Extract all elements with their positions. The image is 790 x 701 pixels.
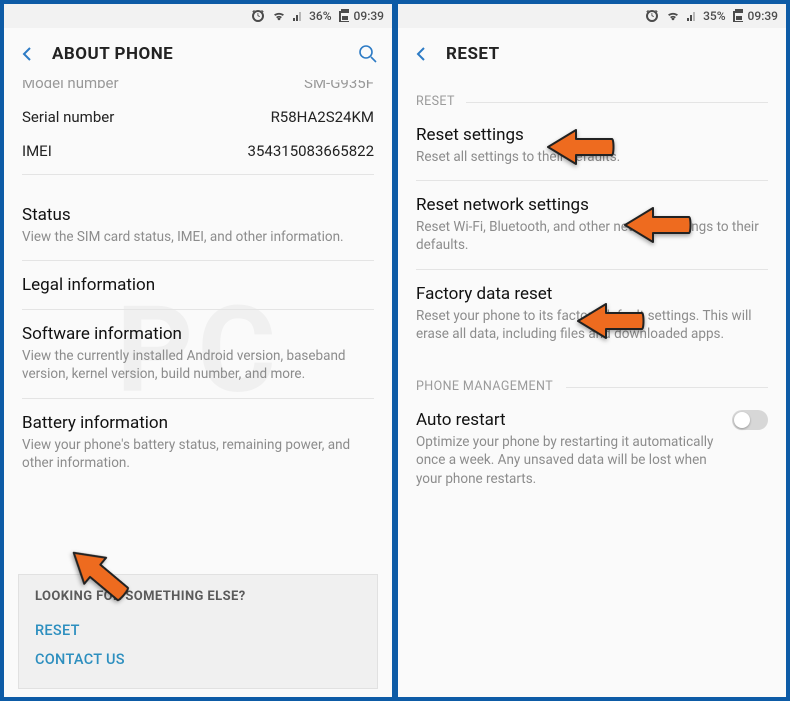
signal-icon — [686, 9, 698, 23]
kv-label: Serial number — [22, 108, 114, 126]
clock: 09:39 — [354, 9, 384, 23]
footer-head: LOOKING FOR SOMETHING ELSE? — [35, 589, 361, 604]
menu-item-status[interactable]: Status View the SIM card status, IMEI, a… — [22, 191, 374, 261]
signal-icon — [292, 9, 304, 23]
menu-item-factory-reset[interactable]: Factory data reset Reset your phone to i… — [416, 270, 768, 357]
page-title: ABOUT PHONE — [52, 44, 173, 64]
wifi-icon — [271, 8, 287, 24]
menu-item-battery[interactable]: Battery information View your phone's ba… — [22, 399, 374, 486]
section-reset: RESET — [416, 94, 768, 109]
reset-panel: 35% 09:39 RESET RESET Reset settings Res… — [398, 4, 786, 697]
search-icon — [358, 44, 378, 64]
kv-value: R58HA2S24KM — [271, 108, 374, 126]
battery-icon — [337, 8, 349, 24]
section-phone-mgmt: PHONE MANAGEMENT — [416, 379, 768, 394]
search-button[interactable] — [354, 40, 382, 68]
menu-item-reset-settings[interactable]: Reset settings Reset all settings to the… — [416, 111, 768, 181]
clock: 09:39 — [748, 9, 778, 23]
wifi-icon — [665, 8, 681, 24]
kv-value: 354315083665822 — [248, 142, 374, 160]
header: ABOUT PHONE — [4, 28, 392, 80]
back-button[interactable] — [14, 40, 42, 68]
reset-link[interactable]: RESET — [35, 616, 361, 645]
content: RESET Reset settings Reset all settings … — [398, 80, 786, 697]
status-bar: 36% 09:39 — [4, 4, 392, 28]
alarm-icon — [250, 8, 266, 24]
menu-item-auto-restart[interactable]: Auto restart Optimize your phone by rest… — [416, 396, 768, 502]
chevron-left-icon — [20, 46, 36, 62]
alarm-icon — [644, 8, 660, 24]
menu-item-software[interactable]: Software information View the currently … — [22, 310, 374, 398]
header: RESET — [398, 28, 786, 80]
about-phone-panel: PC 36% 09:39 ABOUT PHONE Model numberSM-… — [4, 4, 392, 697]
back-button[interactable] — [408, 40, 436, 68]
battery-pct: 36% — [309, 9, 331, 23]
kv-label: Model number — [22, 80, 119, 92]
menu-item-reset-network[interactable]: Reset network settings Reset Wi-Fi, Blue… — [416, 181, 768, 269]
footer-card: LOOKING FOR SOMETHING ELSE? RESET CONTAC… — [18, 574, 378, 689]
contact-us-link[interactable]: CONTACT US — [35, 645, 361, 674]
page-title: RESET — [446, 44, 500, 64]
battery-pct: 35% — [703, 9, 725, 23]
kv-label: IMEI — [22, 142, 52, 160]
auto-restart-toggle[interactable] — [732, 410, 768, 430]
menu-item-legal[interactable]: Legal information — [22, 261, 374, 310]
kv-value: SM-G935F — [304, 80, 374, 92]
status-bar: 35% 09:39 — [398, 4, 786, 28]
chevron-left-icon — [414, 46, 430, 62]
content: Model number SM-G935F Serial number R58HA2… — [4, 80, 392, 697]
battery-icon — [731, 8, 743, 24]
